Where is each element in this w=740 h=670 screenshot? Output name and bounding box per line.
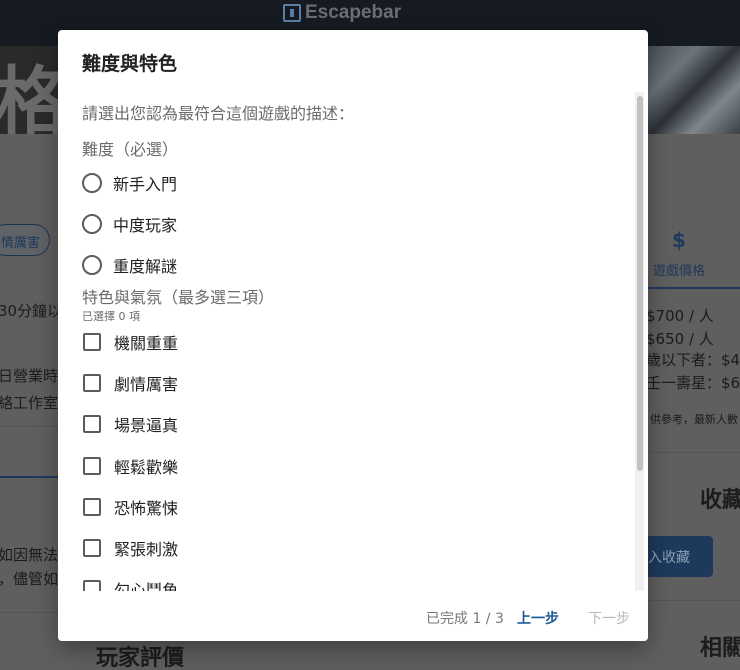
- price-line: 歲以下者：$49: [646, 351, 740, 369]
- dialog-instruction: 請選出您認為最符合這個遊戲的描述：: [82, 104, 355, 123]
- tag-pill-label: 情厲害: [1, 236, 41, 251]
- option-label: 劇情厲害: [114, 375, 179, 394]
- checkbox[interactable]: [83, 457, 101, 475]
- difficulty-option-hard[interactable]: 重度解謎: [82, 253, 177, 277]
- feature-option[interactable]: 緊張刺激: [82, 536, 178, 560]
- tag-pill[interactable]: 情厲害: [0, 224, 50, 256]
- scrollbar-thumb[interactable]: [637, 96, 643, 471]
- bg-studio-text: 絡工作室: [0, 394, 59, 412]
- previous-step-button[interactable]: 上一步: [517, 608, 559, 628]
- bg-divider: [0, 426, 58, 427]
- bg-duration-text: 30分鐘以: [0, 302, 63, 320]
- feature-option[interactable]: 劇情厲害: [82, 371, 178, 395]
- radio-button[interactable]: [82, 173, 102, 193]
- checkbox[interactable]: [83, 539, 101, 557]
- next-step-button[interactable]: 下一步: [588, 608, 630, 628]
- option-label: 恐怖驚悚: [114, 499, 179, 518]
- checkbox[interactable]: [83, 333, 101, 351]
- checkbox[interactable]: [83, 498, 101, 516]
- feature-option[interactable]: 機關重重: [82, 330, 178, 354]
- option-label: 重度解謎: [113, 257, 178, 276]
- bg-divider: [648, 452, 740, 453]
- option-label: 勾心鬥角: [114, 581, 179, 591]
- features-group-label: 特色與氣氛（最多選三項）: [82, 288, 275, 307]
- dialog-title: 難度與特色: [82, 53, 178, 75]
- price-line: 壬一壽星：$63: [646, 374, 740, 392]
- feature-option[interactable]: 輕鬆歡樂: [82, 454, 178, 478]
- add-favorite-label: 入收藏: [648, 550, 690, 566]
- price-icon: $: [672, 228, 686, 252]
- radio-button[interactable]: [82, 255, 102, 275]
- feature-option[interactable]: 恐怖驚悚: [82, 495, 178, 519]
- option-label: 場景逼真: [114, 416, 179, 435]
- difficulty-group-label: 難度（必選）: [82, 140, 179, 159]
- brand-logo[interactable]: Escapebar: [283, 2, 402, 23]
- option-label: 新手入門: [113, 175, 178, 194]
- option-label: 輕鬆歡樂: [114, 458, 179, 477]
- difficulty-feature-dialog: 難度與特色 請選出您認為最符合這個遊戲的描述： 難度（必選） 新手入門 中度玩家…: [58, 30, 648, 641]
- dialog-footer: 已完成 1 / 3 上一步 下一步: [58, 591, 648, 641]
- price-line: $650 / 人: [646, 330, 714, 348]
- bg-tab-underline: [0, 476, 58, 478]
- checkbox[interactable]: [83, 580, 101, 591]
- radio-button[interactable]: [82, 214, 102, 234]
- option-label: 機關重重: [114, 334, 179, 353]
- price-line: $700 / 人: [646, 307, 714, 325]
- logo-icon: [283, 4, 301, 22]
- selected-count: 已選擇 0 項: [82, 310, 140, 323]
- difficulty-option-beginner[interactable]: 新手入門: [82, 171, 177, 195]
- feature-option[interactable]: 場景逼真: [82, 412, 178, 436]
- checkbox[interactable]: [83, 415, 101, 433]
- reviews-title: 玩家評價: [96, 646, 185, 670]
- price-tab-underline: [648, 287, 740, 289]
- option-label: 緊張刺激: [114, 540, 179, 559]
- related-title: 相關: [700, 636, 740, 661]
- dialog-body[interactable]: 請選出您認為最符合這個遊戲的描述： 難度（必選） 新手入門 中度玩家 重度解謎 …: [58, 88, 648, 591]
- favorites-title: 收藏: [700, 488, 740, 513]
- price-note: 供參考，最新人數: [650, 413, 738, 426]
- feature-option[interactable]: 勾心鬥角: [82, 577, 178, 591]
- bg-divider: [648, 600, 740, 601]
- option-label: 中度玩家: [113, 216, 178, 235]
- difficulty-option-intermediate[interactable]: 中度玩家: [82, 212, 177, 236]
- price-label: 遊戲價格: [653, 264, 706, 279]
- progress-indicator: 已完成 1 / 3: [426, 611, 504, 627]
- brand-name: Escapebar: [305, 2, 402, 23]
- checkbox[interactable]: [83, 374, 101, 392]
- bg-divider: [0, 612, 58, 613]
